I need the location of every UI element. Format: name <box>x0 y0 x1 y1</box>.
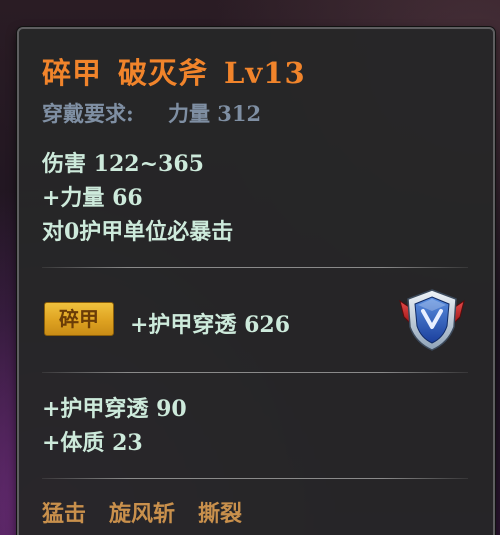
requirement-label: 穿戴要求: <box>42 101 134 126</box>
enchant-badge: 碎甲 <box>44 302 114 336</box>
requirement-value: 力量 312 <box>168 101 262 126</box>
stat-strength: +力量 66 <box>42 185 143 211</box>
item-quality-name: 碎甲 <box>42 56 103 90</box>
skill-item: 旋风斩 <box>109 501 176 527</box>
item-level: Lv13 <box>224 56 306 90</box>
stat-armor-penetration: +护甲穿透 90 <box>42 396 187 422</box>
skill-list: 猛击 旋风斩 撕裂 <box>42 496 265 528</box>
section-divider <box>42 372 468 373</box>
enchant-stat: +护甲穿透 626 <box>130 312 291 338</box>
stat-special: 对0护甲单位必暴击 <box>42 219 234 245</box>
wear-requirement: 穿戴要求: 力量 312 <box>42 98 261 128</box>
section-divider <box>42 267 468 268</box>
stat-constitution: +体质 23 <box>42 430 143 456</box>
item-title: 碎甲 破灭斧 Lv13 <box>42 50 306 92</box>
skill-item: 猛击 <box>42 501 87 527</box>
section-divider <box>42 478 468 479</box>
skill-item: 撕裂 <box>198 501 243 527</box>
shield-emblem-icon <box>399 289 465 351</box>
stat-damage: 伤害 122~365 <box>42 151 204 177</box>
item-name: 破灭斧 <box>118 56 209 90</box>
